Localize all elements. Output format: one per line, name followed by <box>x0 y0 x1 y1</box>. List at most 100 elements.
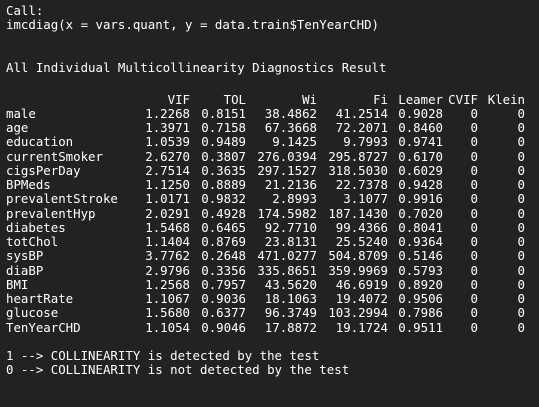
call-label: Call: <box>6 3 44 18</box>
cell-cvif: 0 <box>470 191 478 207</box>
cell-cvif: 0 <box>470 177 478 192</box>
cell-fi: 19.1724 <box>335 319 388 335</box>
table-row: age 1.3971 0.7158 67.3668 72.2071 0.8460 0 0 <box>6 120 525 135</box>
cell-tol: 0.3807 <box>201 148 246 164</box>
cell-vif: 2.9796 <box>145 262 190 278</box>
cell-fi: 3.1077 <box>343 191 388 207</box>
cell-vif: 1.1250 <box>145 177 190 192</box>
cell-leamer: 0.7020 <box>398 205 443 221</box>
cell-fi: 72.2071 <box>335 120 388 135</box>
cell-cvif: 0 <box>470 234 478 249</box>
table-header-row: VIF TOL Wi Fi Leamer CVIF Klein <box>6 91 525 107</box>
cell-klein: 0 <box>517 134 525 150</box>
cell-cvif: 0 <box>470 319 478 335</box>
table-row: cigsPerDay 2.7514 0.3635 297.1527 318.5030 0.… <box>6 162 525 178</box>
cell-tol: 0.8889 <box>201 177 246 192</box>
cell-vif: 1.1404 <box>145 234 190 249</box>
cell-cvif: 0 <box>470 120 478 135</box>
cell-variable: TenYearCHD <box>6 319 81 335</box>
cell-cvif: 0 <box>470 276 478 292</box>
cell-wi: 471.0277 <box>257 248 317 264</box>
cell-cvif: 0 <box>470 248 478 264</box>
legend-not-detected: 0 --> COLLINEARITY is not detected by th… <box>6 362 350 378</box>
cell-vif: 1.5680 <box>145 305 190 321</box>
table-row: BPMeds 1.1250 0.8889 21.2136 22.7378 0.9428 0 0 <box>6 177 525 192</box>
cell-leamer: 0.8041 <box>398 219 443 235</box>
table-row: sysBP 3.7762 0.2648 471.0277 504.8709 0.5146 0… <box>6 248 525 264</box>
cell-klein: 0 <box>517 162 525 178</box>
cell-vif: 1.2568 <box>145 276 190 292</box>
cell-wi: 9.1425 <box>272 134 317 150</box>
cell-wi: 174.5982 <box>257 205 317 221</box>
cell-fi: 22.7378 <box>335 177 388 192</box>
cell-leamer: 0.9506 <box>398 291 443 306</box>
cell-vif: 3.7762 <box>145 248 190 264</box>
cell-tol: 0.6465 <box>201 219 246 235</box>
cell-fi: 99.4366 <box>335 219 388 235</box>
cell-tol: 0.6377 <box>201 305 246 321</box>
table-row: prevalentHyp 2.0291 0.4928 174.5982 187.1430… <box>6 205 525 221</box>
cell-vif: 1.5468 <box>145 219 190 235</box>
cell-leamer: 0.7986 <box>398 305 443 321</box>
cell-tol: 0.9036 <box>201 291 246 306</box>
cell-wi: 335.8651 <box>257 262 317 278</box>
cell-klein: 0 <box>517 148 525 164</box>
cell-cvif: 0 <box>470 219 478 235</box>
cell-fi: 46.6919 <box>335 276 388 292</box>
cell-variable: age <box>6 120 29 135</box>
table-row: diabetes 1.5468 0.6465 92.7710 99.4366 0.8041… <box>6 219 525 235</box>
cell-leamer: 0.5146 <box>398 248 443 264</box>
cell-leamer: 0.9428 <box>398 177 443 192</box>
cell-leamer: 0.8920 <box>398 276 443 292</box>
table-row: male 1.2268 0.8151 38.4862 41.2514 0.9028 0 0 <box>6 105 525 121</box>
cell-wi: 43.5620 <box>264 276 317 292</box>
cell-klein: 0 <box>517 120 525 135</box>
cell-vif: 2.7514 <box>145 162 190 178</box>
cell-variable: BMI <box>6 276 29 292</box>
cell-klein: 0 <box>517 177 525 192</box>
cell-variable: totChol <box>6 234 59 249</box>
cell-fi: 19.4072 <box>335 291 388 306</box>
cell-cvif: 0 <box>470 148 478 164</box>
cell-fi: 504.8709 <box>328 248 388 264</box>
column-header-cvif: CVIF <box>448 91 478 107</box>
cell-variable: diabetes <box>6 219 66 235</box>
cell-wi: 2.8993 <box>272 191 317 207</box>
cell-wi: 21.2136 <box>264 177 317 192</box>
cell-fi: 25.5240 <box>335 234 388 249</box>
cell-leamer: 0.9741 <box>398 134 443 150</box>
column-header-klein: Klein <box>487 91 525 107</box>
cell-klein: 0 <box>517 319 525 335</box>
cell-klein: 0 <box>517 219 525 235</box>
cell-leamer: 0.6029 <box>398 162 443 178</box>
cell-cvif: 0 <box>470 205 478 221</box>
cell-variable: cigsPerDay <box>6 162 81 178</box>
cell-wi: 297.1527 <box>257 162 317 178</box>
cell-tol: 0.9489 <box>201 134 246 150</box>
cell-variable: prevalentHyp <box>6 205 96 221</box>
cell-vif: 1.0171 <box>145 191 190 207</box>
cell-tol: 0.9832 <box>201 191 246 207</box>
column-header-leamer: Leamer <box>398 91 443 107</box>
cell-cvif: 0 <box>470 105 478 121</box>
cell-wi: 17.8872 <box>264 319 317 335</box>
cell-variable: glucose <box>6 305 59 321</box>
cell-variable: prevalentStroke <box>6 191 118 207</box>
cell-fi: 41.2514 <box>335 105 388 121</box>
cell-tol: 0.8151 <box>201 105 246 121</box>
r-console-output[interactable]: Call: imcdiag(x = vars.quant, y = data.t… <box>6 3 536 378</box>
cell-wi: 96.3749 <box>264 305 317 321</box>
cell-wi: 23.8131 <box>264 234 317 249</box>
cell-variable: heartRate <box>6 291 74 306</box>
table-row: education 1.0539 0.9489 9.1425 9.7993 0.9741 0… <box>6 134 525 150</box>
cell-tol: 0.7957 <box>201 276 246 292</box>
cell-klein: 0 <box>517 262 525 278</box>
cell-leamer: 0.6170 <box>398 148 443 164</box>
cell-vif: 2.6270 <box>145 148 190 164</box>
table-row: TenYearCHD 1.1054 0.9046 17.8872 19.1724 0.95… <box>6 319 525 335</box>
cell-cvif: 0 <box>470 262 478 278</box>
cell-fi: 359.9969 <box>328 262 388 278</box>
cell-klein: 0 <box>517 205 525 221</box>
